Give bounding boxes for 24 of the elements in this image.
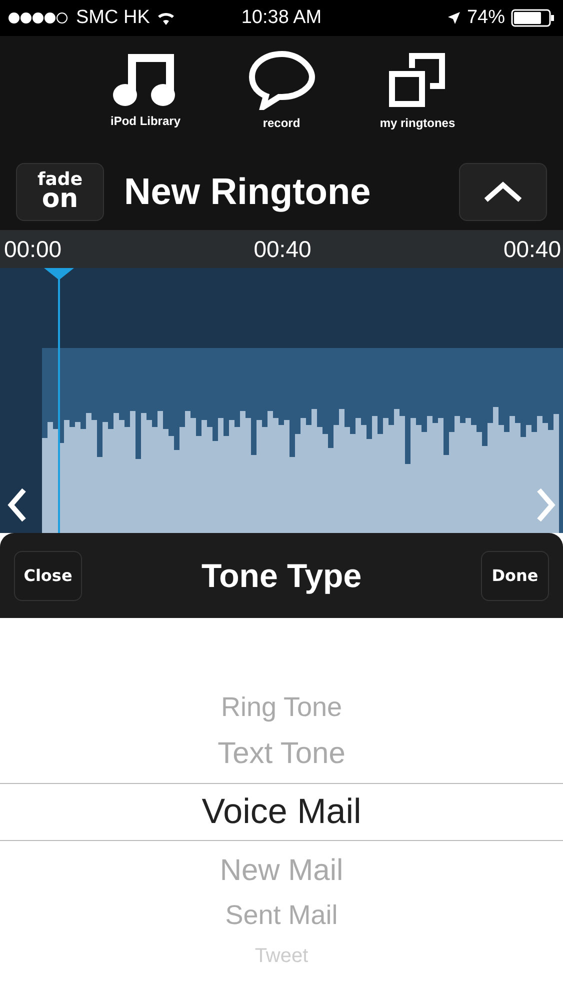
picker-option[interactable]: Voice Mail (0, 782, 563, 842)
sheet-title: Tone Type (200, 556, 363, 594)
signal-icon (8, 12, 70, 24)
chevron-up-icon (483, 181, 523, 203)
fade-toggle[interactable]: fade on (16, 163, 104, 221)
chevron-left-icon[interactable] (6, 487, 28, 523)
toolbar-button[interactable]: iPod Library (100, 50, 190, 154)
speech-bubble-icon (248, 50, 316, 110)
time-label: 00:00 (4, 236, 62, 262)
ringtone-title: New Ringtone (124, 171, 372, 213)
clock-time: 10:38 AM (241, 7, 322, 29)
time-label: 00:40 (503, 236, 561, 262)
toolbar-button[interactable]: record (236, 50, 326, 154)
wifi-icon (156, 10, 176, 26)
collapse-button[interactable] (459, 163, 547, 221)
time-label: 00:40 (254, 236, 312, 262)
playhead-marker[interactable] (44, 268, 74, 533)
toolbar-button[interactable]: my ringtones (372, 50, 462, 154)
carrier-name: SMC HK (76, 7, 150, 29)
done-button[interactable]: Done (481, 550, 549, 600)
close-button[interactable]: Close (14, 550, 82, 600)
battery-icon (511, 9, 555, 27)
battery-percent: 74% (466, 7, 505, 29)
location-arrow-icon (446, 11, 461, 25)
